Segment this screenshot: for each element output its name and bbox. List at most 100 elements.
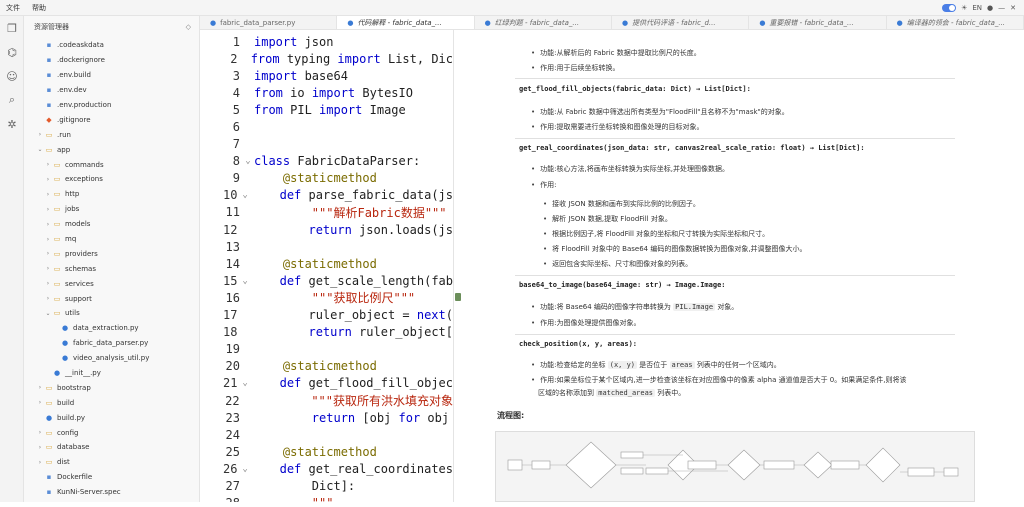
tree-item[interactable]: › ▭ jobs [24, 202, 199, 217]
chevron-icon[interactable]: › [44, 176, 52, 183]
editor-tab[interactable]: ● 编译器的领会 - fabric_data_... [887, 16, 1024, 29]
fold-icon[interactable]: ⌄ [242, 156, 254, 166]
code-token: json [297, 34, 334, 49]
tree-item[interactable]: › ▭ mq [24, 232, 199, 247]
tree-item[interactable]: › ▭ schemas [24, 261, 199, 276]
chevron-icon[interactable]: › [36, 399, 44, 406]
line-number: 17 [223, 308, 238, 323]
editor-tab[interactable]: ● 重要报错 - fabric_data_... [749, 16, 887, 29]
titlebar-controls: ☀ EN ● — ✕ [942, 3, 1024, 12]
line-number: 10 [223, 188, 238, 203]
tree-item[interactable]: ● data_extraction.py [24, 321, 199, 336]
code-line: 20 @staticmethod [200, 358, 453, 375]
tree-item[interactable]: › ▭ bootstrap [24, 380, 199, 395]
language-icon[interactable]: EN [972, 4, 982, 12]
minimize-icon[interactable]: — [998, 4, 1005, 12]
code-line: 23 return [obj for obj [200, 409, 453, 426]
tab-label: 提供代码评语 - fabric_d... [632, 18, 716, 27]
code-line: 22 """获取所有洪水填充对象 [200, 392, 453, 409]
theme-toggle[interactable] [942, 3, 957, 12]
tree-item[interactable]: ● video_analysis_util.py [24, 351, 199, 366]
tree-item[interactable]: ▪ Dockerfile [24, 470, 199, 485]
chevron-icon[interactable]: ⌄ [44, 310, 52, 317]
editor-tab[interactable]: ● fabric_data_parser.py [200, 16, 338, 29]
fold-icon[interactable]: ⌄ [239, 190, 250, 200]
chevron-icon[interactable]: › [36, 131, 44, 138]
chevron-icon[interactable]: › [44, 250, 52, 257]
code-token: def [279, 376, 302, 391]
chevron-icon[interactable]: › [44, 191, 52, 198]
tree-item[interactable]: ◆ .gitignore [24, 112, 199, 127]
tree-item[interactable]: › ▭ providers [24, 246, 199, 261]
file-icon: ▪ [46, 86, 52, 95]
code-token: get_flood_fill_objec [301, 376, 454, 391]
fold-icon[interactable]: ⌄ [239, 378, 250, 388]
chevron-icon[interactable]: › [44, 265, 52, 272]
tree-item[interactable]: › ▭ commands [24, 157, 199, 172]
line-number: 25 [225, 444, 240, 459]
chevron-icon[interactable]: › [36, 429, 44, 436]
menu-help[interactable]: 帮助 [26, 3, 52, 13]
chevron-icon[interactable]: › [44, 236, 52, 243]
tree-item-label: commands [65, 160, 104, 169]
files-icon[interactable]: ❐ [0, 16, 24, 40]
code-text: def get_flood_fill_objec [251, 376, 453, 390]
tree-item[interactable]: ▪ KunNi-Server.spec [24, 485, 199, 500]
fold-icon[interactable]: ⌄ [239, 464, 250, 474]
sun-icon[interactable]: ☀ [961, 4, 967, 12]
tree-item[interactable]: › ▭ config [24, 425, 199, 440]
tree-item[interactable]: › ▭ exceptions [24, 172, 199, 187]
chevron-icon[interactable]: › [44, 206, 52, 213]
tree-item-label: app [57, 145, 71, 154]
github-icon[interactable]: ● [987, 4, 993, 12]
tree-item[interactable]: › ▭ services [24, 276, 199, 291]
chevron-icon[interactable]: › [44, 161, 52, 168]
file-icon: ● [896, 18, 903, 27]
tree-item-label: exceptions [65, 175, 103, 184]
tree-item[interactable]: ● build.py [24, 410, 199, 425]
chevron-icon[interactable]: › [44, 221, 52, 228]
tree-item[interactable]: ▪ .dockerignore [24, 53, 199, 68]
chevron-icon[interactable]: › [44, 295, 52, 302]
explorer-settings-icon[interactable]: ◇ [186, 23, 191, 31]
code-token: base64 [297, 68, 348, 83]
code-editor[interactable]: 1 import json 2 from typing import List, Di… [200, 30, 454, 502]
editor-tab[interactable]: ● 代码解释 - fabric_data_... [337, 16, 475, 29]
tree-item[interactable]: ⌄ ▭ app [24, 142, 199, 157]
tree-item[interactable]: › ▭ models [24, 217, 199, 232]
editor-tab[interactable]: ● 提供代码评语 - fabric_d... [612, 16, 750, 29]
file-icon: ● [759, 18, 766, 27]
search-icon[interactable]: ⌕ [0, 88, 24, 112]
tree-item[interactable]: › ▭ http [24, 187, 199, 202]
chevron-icon[interactable]: › [36, 459, 44, 466]
tree-item[interactable]: ▪ .env.build [24, 68, 199, 83]
code-line: 5 from PIL import Image [200, 101, 453, 118]
folder-icon: ▭ [53, 205, 61, 214]
tree-item[interactable]: ⌄ ▭ utils [24, 306, 199, 321]
chevron-icon[interactable]: › [36, 384, 44, 391]
close-icon[interactable]: ✕ [1010, 4, 1016, 12]
chevron-icon[interactable]: › [44, 280, 52, 287]
flow-node [907, 467, 935, 477]
settings-icon[interactable]: ✲ [0, 112, 24, 136]
tree-item[interactable]: ▪ .codeaskdata [24, 38, 199, 53]
robot-icon[interactable]: ☺ [0, 64, 24, 88]
tree-item[interactable]: ● fabric_data_parser.py [24, 336, 199, 351]
fold-icon[interactable]: ⌄ [239, 276, 250, 286]
editor-tab[interactable]: ● 红绿判题 - fabric_data_... [475, 16, 612, 29]
menu-file[interactable]: 文件 [0, 3, 26, 13]
tree-item[interactable]: › ▭ database [24, 440, 199, 455]
tree-item[interactable]: › ▭ .run [24, 127, 199, 142]
tree-item[interactable]: ▪ .env.dev [24, 83, 199, 98]
tree-item[interactable]: › ▭ support [24, 291, 199, 306]
tree-item[interactable]: ▪ .env.production [24, 98, 199, 113]
tree-item[interactable]: › ▭ build [24, 395, 199, 410]
tree-item[interactable]: › ▭ dist [24, 455, 199, 470]
plugin-icon[interactable]: ⌬ [0, 40, 24, 64]
chevron-icon[interactable]: ⌄ [36, 146, 44, 153]
file-icon: ● [53, 369, 61, 378]
list-item: 作用:为图像处理提供图像对象。 [531, 318, 640, 328]
chevron-icon[interactable]: › [36, 444, 44, 451]
tree-item[interactable]: ● __init__.py [24, 366, 199, 381]
